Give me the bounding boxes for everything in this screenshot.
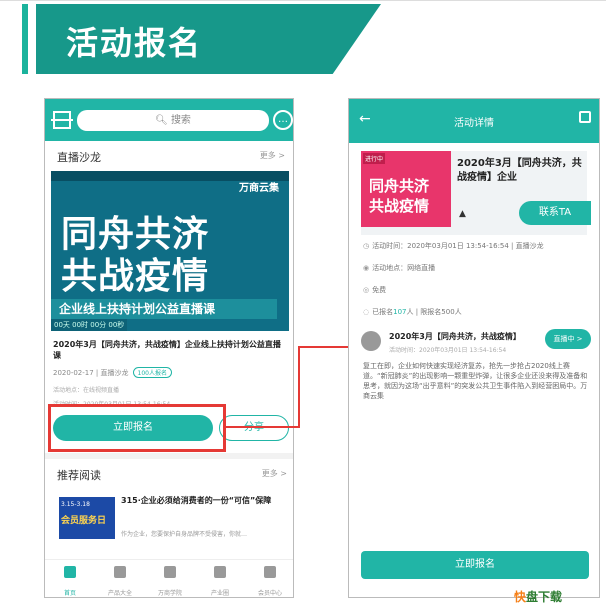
live-banner[interactable]: 万商云集 同舟共济 共战疫情 企业线上扶持计划公益直播课 00天 00时 00分… [51, 171, 289, 331]
reading-section-header: 推荐阅读 更多 > [45, 459, 293, 487]
banner-logo: 万商云集 [239, 183, 279, 194]
thumb-text: 会员服务日 [61, 516, 107, 526]
status-badge: 进行中 [363, 153, 386, 164]
banner-headline-2: 共战疫情 [61, 256, 210, 297]
contact-button[interactable]: 联系TA [519, 201, 591, 225]
home-icon [64, 566, 76, 578]
avatar [361, 331, 381, 351]
products-icon [114, 566, 126, 578]
message-icon[interactable]: … [273, 110, 293, 130]
thumb-line-1: 同舟共济 [369, 177, 430, 195]
info-count-prefix: 已报名 [372, 308, 394, 316]
home-header: 🔍︎ 搜索 … [45, 99, 293, 141]
tab-label: 会员中心 [257, 590, 282, 597]
live-description: 复工在即，企业如何快速实现经济复苏，抢先一步抢占2020线上赛道。“新冠肺炎”的… [363, 362, 588, 400]
people-icon: ◌ [363, 308, 370, 316]
search-input[interactable]: 🔍︎ 搜索 [77, 110, 269, 131]
grid-icon [214, 566, 226, 578]
more-link[interactable]: 更多 > [260, 150, 285, 161]
info-location-text: 活动地点：网络直播 [372, 264, 436, 272]
more-link[interactable]: 更多 > [262, 468, 287, 479]
info-time-text: 活动时间：2020年03月01日 13:54-16:54 | 直播沙龙 [372, 242, 544, 250]
detail-header: ← 活动详情 [349, 99, 599, 143]
event-title[interactable]: 2020年3月【同舟共济，共战疫情】企业线上扶持计划公益直播课 [53, 339, 285, 361]
watermark: 快盘下载 [514, 588, 562, 605]
article-title[interactable]: 315·企业必须给消费者的一份“可信”保障 [121, 495, 291, 506]
arrow-segment [226, 426, 300, 428]
tab-member[interactable]: 会员中心 [245, 560, 293, 597]
section-title: 直播沙龙 [57, 151, 101, 164]
user-icon [264, 566, 276, 578]
tab-home[interactable]: 首页 [45, 560, 95, 597]
event-card: 进行中 同舟共济 共战疫情 2020年3月【同舟共济，共战疫情】企业 ▲ 联系T… [361, 151, 591, 235]
tab-label: 产品大全 [107, 590, 132, 597]
event-location: 活动地点：在线视频直播 [53, 387, 120, 394]
event-meta: 2020-02-17 | 直播沙龙 100人报名 [53, 367, 172, 378]
info-count-suffix: 人 | 限报名500人 [406, 308, 462, 316]
arrow-segment [298, 346, 300, 428]
live-card: 2020年3月【同舟共济，共战疫情】 活动时间：2020年03月01日 13:5… [359, 327, 591, 435]
watermark-a: 快 [514, 590, 527, 604]
event-thumbnail: 进行中 同舟共济 共战疫情 [361, 151, 451, 227]
tab-products[interactable]: 产品大全 [95, 560, 145, 597]
phone-detail-screen: ← 活动详情 进行中 同舟共济 共战疫情 2020年3月【同舟共济，共战疫情】企… [348, 98, 600, 598]
thumb-date: 3.15-3.18 [61, 501, 90, 508]
user-icon: ▲ [459, 209, 466, 219]
page-title: 活动报名 [66, 24, 203, 62]
highlight-box [48, 404, 226, 452]
share-icon[interactable] [579, 111, 591, 123]
info-count: ◌ 已报名107人 | 限报名500人 [363, 307, 462, 317]
tab-label: 首页 [63, 590, 76, 597]
tab-label: 万商学院 [157, 590, 182, 597]
info-count-value: 107 [393, 308, 407, 316]
info-location: ◉ 活动地点：网络直播 [363, 263, 435, 273]
live-time: 活动时间：2020年03月01日 13:54-16:54 [389, 347, 507, 354]
signup-count-badge: 100人报名 [132, 367, 172, 378]
watermark-b: 盘下载 [526, 590, 563, 604]
live-title: 2020年3月【同舟共济，共战疫情】 [389, 332, 521, 341]
info-fee-text: 免费 [372, 286, 387, 294]
banner-tagline: 企业线上扶持计划公益直播课 [51, 299, 277, 319]
top-divider [0, 0, 606, 1]
info-fee: ◎ 免费 [363, 285, 386, 295]
article-summary: 作为企业，您要保护自身品牌不受侵害，你就… [121, 531, 248, 538]
live-button[interactable]: 直播中 > [545, 329, 591, 349]
signup-button[interactable]: 立即报名 [361, 551, 589, 579]
search-placeholder: 搜索 [170, 115, 191, 126]
info-time: ◷ 活动时间：2020年03月01日 13:54-16:54 | 直播沙龙 [363, 241, 544, 251]
thumb-line-2: 共战疫情 [369, 197, 430, 215]
clock-icon: ◷ [363, 242, 370, 250]
share-button[interactable]: 分享 [219, 415, 289, 441]
fee-icon: ◎ [363, 286, 370, 294]
section-title: 推荐阅读 [57, 469, 101, 482]
phone-home-screen: 🔍︎ 搜索 … 直播沙龙 更多 > 万商云集 同舟共济 共战疫情 企业线上扶持计… [44, 98, 294, 598]
tab-label: 产业圈 [210, 590, 229, 597]
article-thumbnail[interactable]: 3.15-3.18 会员服务日 [59, 497, 115, 539]
tab-academy[interactable]: 万商学院 [145, 560, 195, 597]
bottom-tab-bar: 首页 产品大全 万商学院 产业圈 会员中心 [45, 559, 293, 597]
event-title: 2020年3月【同舟共济，共战疫情】企业 [457, 158, 582, 183]
page-heading: 活动报名 [22, 4, 382, 74]
location-icon: ◉ [363, 264, 370, 272]
graduation-cap-icon [164, 566, 176, 578]
heading-accent-bar [22, 4, 28, 74]
tab-industry[interactable]: 产业圈 [195, 560, 245, 597]
event-date: 2020-02-17 | 直播沙龙 [53, 369, 129, 377]
detail-title: 活动详情 [454, 118, 494, 129]
live-section-header: 直播沙龙 更多 > [45, 141, 293, 169]
scan-icon[interactable] [51, 111, 73, 129]
countdown: 00天 00时 00分 00秒 [51, 319, 128, 331]
